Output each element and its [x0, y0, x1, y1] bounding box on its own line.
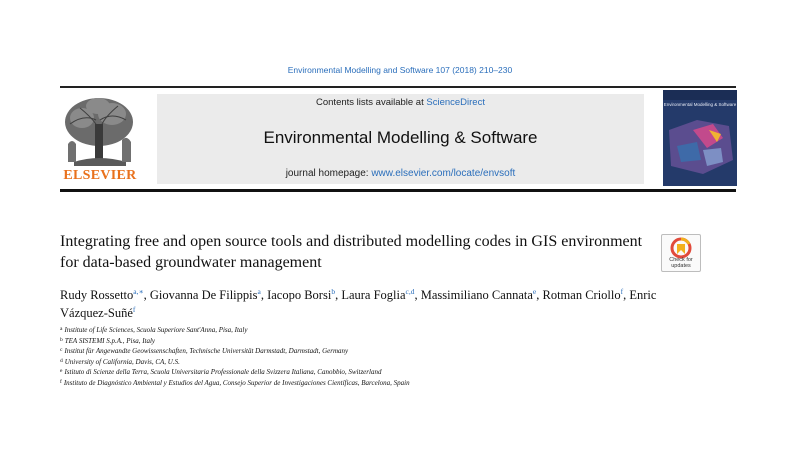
cover-map-image-icon [663, 90, 737, 174]
homepage-line: journal homepage: www.elsevier.com/locat… [157, 168, 644, 179]
homepage-prefix: journal homepage: [285, 168, 369, 179]
homepage-link[interactable]: www.elsevier.com/locate/envsoft [371, 168, 515, 179]
affiliation-text: Instituto de Diagnóstico Ambiental y Est… [63, 378, 410, 387]
header-bottom-rule [60, 189, 736, 192]
affiliation-text: Institut für Angewandte Geowissenschafte… [64, 347, 349, 355]
affiliation-label: a [60, 326, 63, 332]
journal-citation[interactable]: Environmental Modelling and Software 107… [0, 65, 800, 75]
author-affiliation-marker[interactable]: c,d [406, 287, 415, 296]
author-name[interactable]: Rotman Criollo [542, 288, 620, 302]
author-name[interactable]: Laura Foglia [341, 288, 405, 302]
sciencedirect-link[interactable]: ScienceDirect [426, 97, 485, 108]
author-name[interactable]: Massimiliano Cannata [421, 288, 533, 302]
affiliation-item: f Instituto de Diagnóstico Ambiental y Es… [60, 378, 710, 389]
author: Rudy Rossettoa,∗, [60, 288, 150, 302]
author-name[interactable]: Rudy Rossetto [60, 288, 133, 302]
author-name[interactable]: Iacopo Borsi [267, 288, 331, 302]
journal-title: Environmental Modelling & Software [263, 128, 538, 147]
author-list: Rudy Rossettoa,∗, Giovanna De Filippisa,… [60, 286, 680, 322]
check-updates-label: Check for updates [669, 257, 693, 269]
affiliation-item: b TEA SISTEMI S.p.A., Pisa, Italy [60, 336, 710, 347]
contents-line: Contents lists available at ScienceDirec… [157, 97, 644, 108]
author-name[interactable]: Giovanna De Filippis [150, 288, 258, 302]
author: Laura Fogliac,d, [341, 288, 420, 302]
affiliation-label: e [60, 368, 63, 374]
article-title: Integrating free and open source tools a… [60, 233, 643, 271]
author: Rotman Criollof, [542, 288, 629, 302]
header-top-rule [60, 86, 736, 88]
affiliation-text: Institute of Life Sciences, Scuola Super… [64, 326, 248, 334]
affiliation-item: a Institute of Life Sciences, Scuola Supe… [60, 325, 710, 336]
publisher-wordmark[interactable]: ELSEVIER [60, 168, 140, 184]
journal-header: ELSEVIER Contents lists available at Sci… [60, 86, 737, 192]
affiliation-label: f [60, 378, 62, 385]
check-for-updates-button[interactable]: Check for updates [661, 234, 701, 272]
affiliation-label: b [60, 336, 63, 343]
affiliation-text: Istituto di Scienze della Terra, Scuola … [64, 368, 382, 376]
affiliation-text: TEA SISTEMI S.p.A., Pisa, Italy [64, 336, 156, 345]
author: Giovanna De Filippisa, [150, 288, 267, 302]
affiliation-label: d [60, 357, 63, 364]
author-affiliation-marker[interactable]: a,∗ [133, 287, 143, 296]
affiliation-list: a Institute of Life Sciences, Scuola Supe… [60, 325, 710, 388]
author: Massimiliano Cannatae, [421, 288, 543, 302]
author-affiliation-marker[interactable]: f [133, 305, 136, 314]
journal-banner: Contents lists available at ScienceDirec… [157, 94, 644, 184]
affiliation-label: c [60, 347, 63, 353]
affiliation-item: c Institut für Angewandte Geowissenschaft… [60, 346, 710, 357]
affiliation-item: e Istituto di Scienze della Terra, Scuola… [60, 367, 710, 378]
contents-prefix: Contents lists available at [316, 97, 424, 108]
affiliation-item: d University of California, Davis, CA, U.… [60, 357, 710, 368]
journal-cover-thumbnail[interactable]: Environmental Modelling & Software [663, 90, 737, 186]
author: Iacopo Borsib, [267, 288, 341, 302]
affiliation-text: University of California, Davis, CA, U.S… [64, 357, 180, 366]
